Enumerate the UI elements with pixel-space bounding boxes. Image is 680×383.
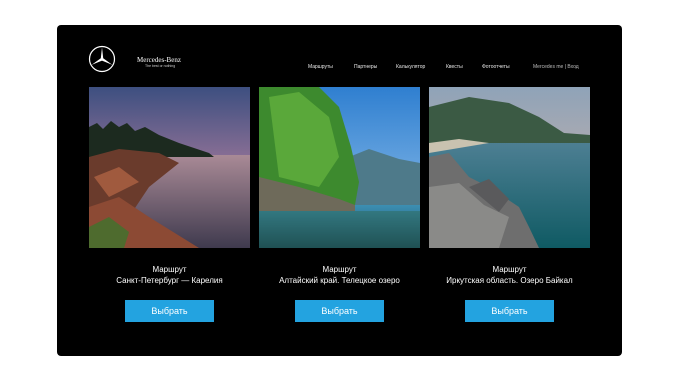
route-card: Маршрут Алтайский край. Телецкое озеро В… <box>259 87 420 322</box>
route-subtitle: Иркутская область. Озеро Байкал <box>446 276 573 285</box>
nav-item-quests[interactable]: Квесты <box>446 63 463 71</box>
select-route-button[interactable]: Выбрать <box>295 300 384 322</box>
nav-item-routes[interactable]: Маршруты <box>308 63 333 71</box>
nav-item-calculator[interactable]: Калькулятор <box>396 63 425 71</box>
nav-item-partners[interactable]: Партнеры <box>354 63 377 71</box>
route-caption: Маршрут Алтайский край. Телецкое озеро <box>259 264 420 286</box>
select-route-button[interactable]: Выбрать <box>125 300 214 322</box>
route-card: Маршрут Санкт-Петербург — Карелия Выбрат… <box>89 87 250 322</box>
route-title: Маршрут <box>322 265 357 274</box>
select-route-button[interactable]: Выбрать <box>465 300 554 322</box>
route-photo[interactable] <box>259 87 420 248</box>
route-photo[interactable] <box>89 87 250 248</box>
route-photo[interactable] <box>429 87 590 248</box>
route-caption: Маршрут Иркутская область. Озеро Байкал <box>429 264 590 286</box>
route-caption: Маршрут Санкт-Петербург — Карелия <box>89 264 250 286</box>
login-link[interactable]: Вход <box>567 64 578 70</box>
route-card: Маршрут Иркутская область. Озеро Байкал … <box>429 87 590 322</box>
account-links: Mercedes me | Вход <box>533 63 579 71</box>
route-subtitle: Санкт-Петербург — Карелия <box>116 276 223 285</box>
app-window: Mercedes-Benz The best or nothing Маршру… <box>57 25 622 356</box>
mercedes-me-link[interactable]: Mercedes me <box>533 64 563 70</box>
route-title: Маршрут <box>492 265 527 274</box>
route-title: Маршрут <box>152 265 187 274</box>
route-subtitle: Алтайский край. Телецкое озеро <box>279 276 400 285</box>
nav-item-photo-reports[interactable]: Фотоотчеты <box>482 63 510 71</box>
account-separator: | <box>564 64 566 70</box>
